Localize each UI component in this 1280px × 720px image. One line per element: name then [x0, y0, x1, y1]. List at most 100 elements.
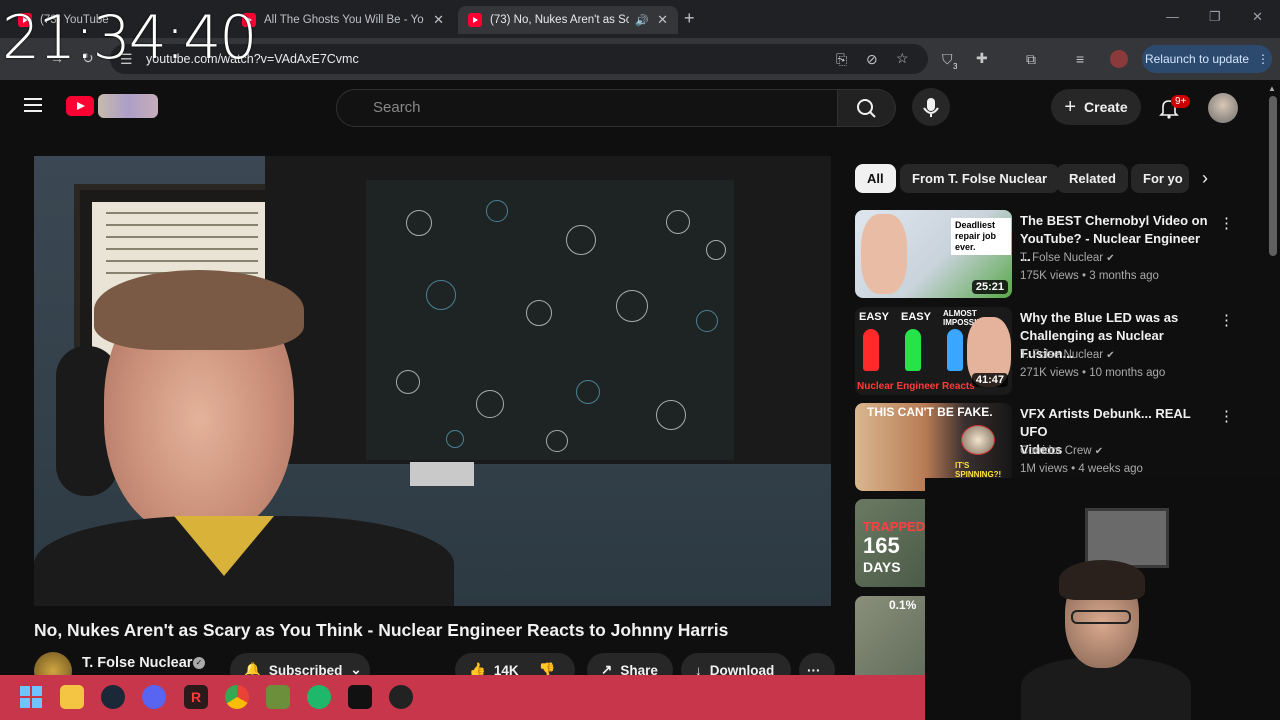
tab-title: (73) No, Nukes Aren't as Sc — [490, 14, 630, 26]
glasses-icon — [1071, 610, 1131, 624]
voice-search-button[interactable] — [912, 88, 950, 126]
webcam-overlay — [925, 478, 1280, 720]
rec-meta: 1M views • 4 weeks ago — [1020, 463, 1143, 475]
ufo-highlight — [961, 425, 995, 455]
youtube-logo-icon[interactable] — [66, 96, 94, 116]
minecraft-icon[interactable] — [266, 685, 290, 709]
window-close-icon[interactable]: ✕ — [1252, 9, 1263, 25]
youtube-doodle[interactable] — [98, 94, 158, 118]
search-icon — [857, 99, 876, 118]
atom-ring — [616, 290, 648, 322]
discord-icon[interactable] — [142, 685, 166, 709]
duration-badge: 25:21 — [971, 280, 1008, 294]
list-item[interactable]: EASY EASY ALMOST IMPOSSIBLE Nuclear Engi… — [855, 307, 1235, 399]
rec-channel[interactable]: T. Folse Nuclear ✔ — [1020, 349, 1115, 361]
tracking-protection-icon[interactable]: ⊘ — [866, 51, 878, 68]
chevron-right-icon[interactable]: › — [1202, 168, 1208, 189]
thumb-text: DAYS — [863, 559, 901, 575]
thumb-text: THIS CAN'T BE FAKE. — [867, 405, 993, 419]
steam-icon[interactable] — [101, 685, 125, 709]
notification-badge: 9+ — [1171, 95, 1191, 108]
account-avatar[interactable] — [1208, 93, 1238, 123]
video-thumbnail[interactable]: EASY EASY ALMOST IMPOSSIBLE Nuclear Engi… — [855, 307, 1012, 395]
red-led-icon — [863, 329, 879, 371]
more-options-icon[interactable]: ⋮ — [1219, 407, 1234, 425]
scroll-up-icon[interactable]: ▲ — [1268, 84, 1276, 93]
rockstar-icon[interactable]: R — [184, 685, 208, 709]
tab-ghosts[interactable]: All The Ghosts You Will Be - Yo ✕ — [232, 6, 454, 34]
blue-led-icon — [947, 329, 963, 371]
tab-title: All The Ghosts You Will Be - Yo — [264, 14, 424, 26]
video-thumbnail[interactable]: Deadliest repair job ever. 25:21 — [855, 210, 1012, 298]
atom-ring — [656, 400, 686, 430]
bookmark-star-icon[interactable]: ☆ — [896, 50, 909, 67]
search-placeholder: Search — [373, 99, 421, 116]
windows-start-icon[interactable] — [19, 685, 43, 709]
rec-meta: 175K views • 3 months ago — [1020, 270, 1159, 282]
thumb-text: 0.1% — [889, 598, 917, 612]
thumb-text: TRAPPED — [863, 519, 926, 534]
rec-channel[interactable]: Corridor Crew ✔ — [1020, 445, 1103, 457]
scrollbar-thumb[interactable] — [1269, 96, 1277, 256]
more-options-icon[interactable]: ⋮ — [1219, 311, 1234, 329]
speaker-icon[interactable]: 🔊 — [635, 14, 649, 27]
minimize-icon[interactable]: — — [1166, 9, 1179, 24]
atom-ring — [406, 210, 432, 236]
atom-ring — [476, 390, 504, 418]
tab-search-icon[interactable]: ⧉ — [1026, 51, 1036, 68]
atom-ring — [526, 300, 552, 326]
more-options-icon[interactable]: ⋮ — [1219, 214, 1234, 232]
youtube-favicon-icon — [468, 13, 482, 27]
file-explorer-icon[interactable] — [60, 685, 84, 709]
rec-channel[interactable]: T. Folse Nuclear ✔ — [1020, 252, 1115, 264]
capcut-icon[interactable] — [348, 685, 372, 709]
screen: (73) YouTube All The Ghosts You Will Be … — [0, 0, 1280, 720]
list-item[interactable]: Deadliest repair job ever. 25:21 The BES… — [855, 210, 1235, 302]
new-tab-button[interactable]: + — [684, 8, 695, 29]
atom-ring — [576, 380, 600, 404]
search-button[interactable] — [838, 89, 896, 127]
chip-related[interactable]: Related — [1057, 164, 1128, 193]
channel-name[interactable]: T. Folse Nuclear — [82, 655, 192, 671]
extension-icon[interactable]: ⛉ — [942, 51, 953, 68]
extension-badge: 3 — [953, 62, 958, 71]
thumb-text: IT'S SPINNING?! — [955, 461, 1002, 479]
chip-from-channel[interactable]: From T. Folse Nuclear — [900, 164, 1060, 193]
razer-icon[interactable] — [307, 685, 331, 709]
obs-icon[interactable] — [389, 685, 413, 709]
atom-ring — [706, 240, 726, 260]
media-controls-icon[interactable]: ≡ — [1076, 51, 1084, 67]
atom-ring — [666, 210, 690, 234]
create-label: Create — [1084, 99, 1128, 115]
thumb-caption: Deadliest repair job ever. — [951, 218, 1011, 255]
webcam-background-window — [1085, 508, 1169, 568]
video-title: No, Nukes Aren't as Scary as You Think -… — [34, 620, 729, 640]
thumb-text: 165 — [863, 533, 900, 558]
menu-icon[interactable] — [24, 98, 42, 112]
close-icon[interactable]: ✕ — [657, 12, 668, 28]
rec-meta: 271K views • 10 months ago — [1020, 367, 1166, 379]
microphone-icon — [923, 98, 939, 117]
plus-icon: + — [1064, 95, 1077, 118]
chip-for-you[interactable]: For yo — [1131, 164, 1189, 193]
thumb-text: EASY — [901, 311, 931, 323]
video-player[interactable] — [34, 156, 831, 606]
webcam-person-hair — [1059, 560, 1145, 600]
menu-dots-icon: ⋮ — [1257, 52, 1270, 66]
maximize-icon[interactable]: ❐ — [1209, 9, 1221, 25]
atom-ring — [696, 310, 718, 332]
green-led-icon — [905, 329, 921, 371]
tab-nukes-active[interactable]: (73) No, Nukes Aren't as Sc 🔊 ✕ — [458, 6, 678, 34]
relaunch-button[interactable]: Relaunch to update ⋮ — [1142, 45, 1272, 73]
atom-ring — [566, 225, 596, 255]
relaunch-label: Relaunch to update — [1144, 52, 1250, 66]
profile-avatar[interactable] — [1110, 50, 1128, 68]
puzzle-icon[interactable]: ✚ — [976, 50, 988, 67]
chrome-icon[interactable] — [225, 685, 249, 709]
install-app-icon[interactable]: ⎘ — [836, 51, 847, 68]
verified-icon: ✓ — [193, 657, 205, 669]
thumb-caption: Nuclear Engineer Reacts — [857, 381, 975, 392]
create-button[interactable]: + Create — [1051, 89, 1141, 125]
chip-all[interactable]: All — [855, 164, 896, 193]
close-icon[interactable]: ✕ — [433, 12, 444, 28]
